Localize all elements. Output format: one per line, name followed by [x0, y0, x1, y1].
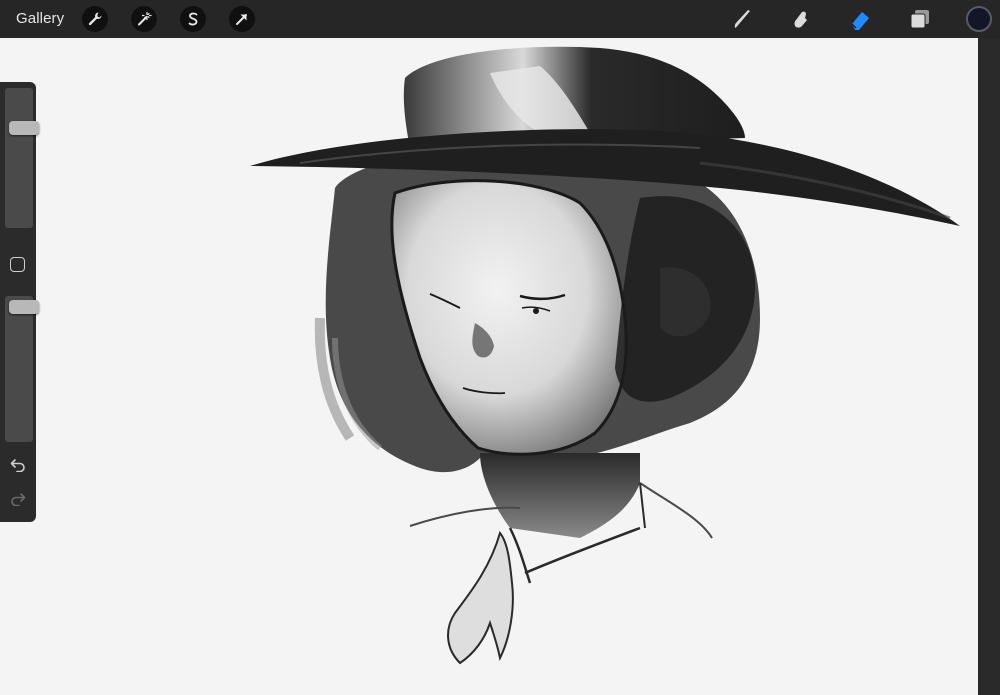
smudge-tool-button[interactable] [787, 5, 815, 33]
color-picker-button[interactable] [966, 6, 992, 32]
redo-button[interactable] [7, 488, 29, 510]
undo-button[interactable] [7, 454, 29, 476]
modify-button[interactable] [10, 257, 25, 272]
paint-tool-button[interactable] [729, 5, 757, 33]
layers-icon [910, 10, 929, 29]
undo-arrow-icon [10, 459, 25, 472]
opacity-thumb[interactable] [9, 300, 39, 314]
actions-button[interactable] [82, 6, 108, 32]
arrow-cursor-icon [236, 14, 247, 25]
selection-s-icon [188, 12, 198, 26]
neck-shape [480, 453, 640, 538]
adjustments-button[interactable] [131, 6, 157, 32]
brush-icon [734, 10, 750, 28]
gallery-button[interactable]: Gallery [16, 0, 64, 38]
smudge-icon [794, 11, 807, 28]
sketch-drawing [250, 46, 960, 665]
left-sidebar [0, 82, 39, 522]
brush-size-slider[interactable] [5, 88, 39, 228]
opacity-slider[interactable] [5, 296, 39, 442]
canvas-edge [978, 38, 1000, 695]
magic-wand-icon [138, 11, 152, 26]
tie-shape [447, 530, 514, 665]
eraser-tool-button[interactable] [847, 5, 875, 33]
eraser-icon [851, 12, 869, 30]
drawing-canvas[interactable] [0, 38, 978, 695]
top-toolbar: Gallery [0, 0, 1000, 38]
selection-button[interactable] [180, 6, 206, 32]
wrench-icon [88, 12, 102, 26]
layers-button[interactable] [906, 5, 934, 33]
transform-button[interactable] [229, 6, 255, 32]
redo-arrow-icon [11, 493, 26, 506]
brush-size-thumb[interactable] [9, 121, 39, 135]
